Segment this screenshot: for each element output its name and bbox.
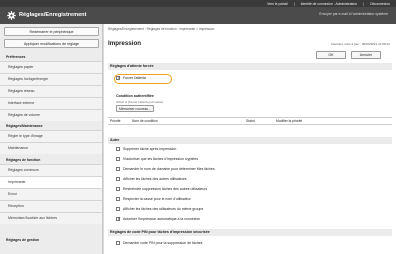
column-priority: Priorité xyxy=(110,119,121,123)
option-checkbox[interactable] xyxy=(116,177,120,181)
email-admin-link[interactable]: Envoyer par e-mail à l'administrateur sy… xyxy=(319,12,388,16)
app-title: Réglages/Enregistrement xyxy=(19,11,87,18)
option-label: Demander le nom de domaine pour détermin… xyxy=(123,167,215,171)
ok-button[interactable]: OK xyxy=(316,51,346,59)
condition-table-header: Priorité Nom de condition Statut Modifie… xyxy=(108,117,392,125)
secure-pin-option[interactable]: Demander code PIN pour la suppression de… xyxy=(116,241,202,245)
option-checkbox[interactable] xyxy=(116,217,121,222)
sidebar-item-network[interactable]: Réglages réseau xyxy=(0,85,102,97)
option-label: N'autoriser que les tâches d'impression … xyxy=(123,157,199,161)
cancel-button[interactable]: Annuler xyxy=(351,51,381,59)
option-checkbox[interactable] xyxy=(116,157,120,161)
sidebar-heading-preferences: Préférences xyxy=(6,55,26,59)
sidebar-item-paper[interactable]: Réglages papier xyxy=(0,61,102,73)
sidebar-item-receive[interactable]: Réception xyxy=(0,200,102,212)
sidebar-item-maintenance[interactable]: Maintenance xyxy=(0,142,102,154)
page-title: Impression xyxy=(108,40,142,47)
app-header: Réglages/Enregistrement Envoyer par e-ma… xyxy=(0,7,396,24)
sidebar-item-image-type[interactable]: Régler le type d'image xyxy=(0,130,102,142)
other-option[interactable]: Autoriser l'impression automatique à la … xyxy=(116,217,201,222)
last-updated: Dernière mise à jour : 06/03/2021 11:58:… xyxy=(331,42,390,46)
apply-changes-button[interactable]: Appliquer modifications de réglage xyxy=(4,39,99,48)
option-label: Afficher les tâches des utilisateurs du … xyxy=(123,207,204,211)
auth-condition-heading: Condition authentifiée xyxy=(116,94,154,98)
sidebar-item-external-interface[interactable]: Interface externe xyxy=(0,97,102,109)
sidebar-heading-function: Réglages de fonction xyxy=(6,158,41,162)
secure-pin-label: Demander code PIN pour la suppression de… xyxy=(123,241,203,245)
sidebar-heading-maintenance: Réglages/Maintenance xyxy=(6,124,43,128)
restart-device-button[interactable]: Redémarrer le périphérique xyxy=(4,27,99,36)
other-option[interactable]: Demander le nom de domaine pour détermin… xyxy=(116,167,215,171)
secure-pin-checkbox[interactable] xyxy=(116,241,120,245)
sidebar-item-store-access-files[interactable]: Mémoriser/Accéder aux fichiers xyxy=(0,212,102,224)
gear-icon xyxy=(7,11,16,20)
login-identity: Identité de connexion : Administrateur xyxy=(300,1,358,6)
option-checkbox[interactable] xyxy=(116,167,120,171)
sidebar-heading-management: Réglages de gestion xyxy=(6,238,39,242)
option-label: Respecter la casse pour le nom d'utilisa… xyxy=(123,197,191,201)
sidebar-item-timer-energy[interactable]: Réglages horloge/énergie xyxy=(0,73,102,85)
option-label: Afficher les tâches des autres utilisate… xyxy=(123,177,187,181)
section-forced-hold: Réglages d'attente forcée xyxy=(108,63,392,70)
other-option[interactable]: N'autoriser que les tâches d'impression … xyxy=(116,157,198,161)
option-checkbox[interactable] xyxy=(116,147,120,151)
breadcrumb: Réglages/Enregistrement : Réglages de fo… xyxy=(108,27,215,31)
logout-link[interactable]: Déconnexion xyxy=(370,2,390,6)
other-option[interactable]: Supprimer tâche après impression xyxy=(116,147,176,151)
other-option[interactable]: Afficher les tâches des utilisateurs du … xyxy=(116,207,203,211)
main-content: Réglages/Enregistrement : Réglages de fo… xyxy=(104,24,396,254)
column-status: Statut xyxy=(246,119,255,123)
option-checkbox[interactable] xyxy=(116,207,120,211)
other-option[interactable]: Restreindre suppression tâches des autre… xyxy=(116,187,207,191)
sidebar-item-send[interactable]: Envoi xyxy=(0,188,102,200)
other-option[interactable]: Respecter la casse pour le nom d'utilisa… xyxy=(116,197,191,201)
sidebar-item-printer[interactable]: Imprimante xyxy=(0,176,102,188)
section-secure-pin: Réglages de code PIN pour tâches d'impre… xyxy=(108,229,392,236)
column-change-priority: Modifier la priorité xyxy=(276,119,303,123)
auth-condition-note: Activé si [Forcer l'attente] est activé. xyxy=(116,100,164,104)
sidebar-item-volume[interactable]: Réglages de volume xyxy=(0,109,102,121)
option-checkbox[interactable] xyxy=(116,187,120,191)
separator: | xyxy=(363,1,365,6)
other-option[interactable]: Afficher les tâches des autres utilisate… xyxy=(116,177,187,181)
sidebar-item-common[interactable]: Réglages communs xyxy=(0,164,102,176)
top-link-bar: Vers le portail | Identité de connexion … xyxy=(0,0,396,7)
option-label: Supprimer tâche après impression xyxy=(123,147,177,151)
column-condition-name: Nom de condition xyxy=(132,119,158,123)
section-other: Autre xyxy=(108,137,392,144)
portal-link[interactable]: Vers le portail xyxy=(267,2,288,6)
option-label: Restreindre suppression tâches des autre… xyxy=(123,187,208,191)
option-label: Autoriser l'impression automatique à la … xyxy=(123,217,201,221)
sidebar: Redémarrer le périphérique Appliquer mod… xyxy=(0,24,103,254)
save-new-condition-button[interactable]: Mémoriser nouveau... xyxy=(116,105,154,112)
option-checkbox[interactable] xyxy=(116,197,120,201)
separator: | xyxy=(293,1,295,6)
highlight-ring xyxy=(114,74,172,84)
